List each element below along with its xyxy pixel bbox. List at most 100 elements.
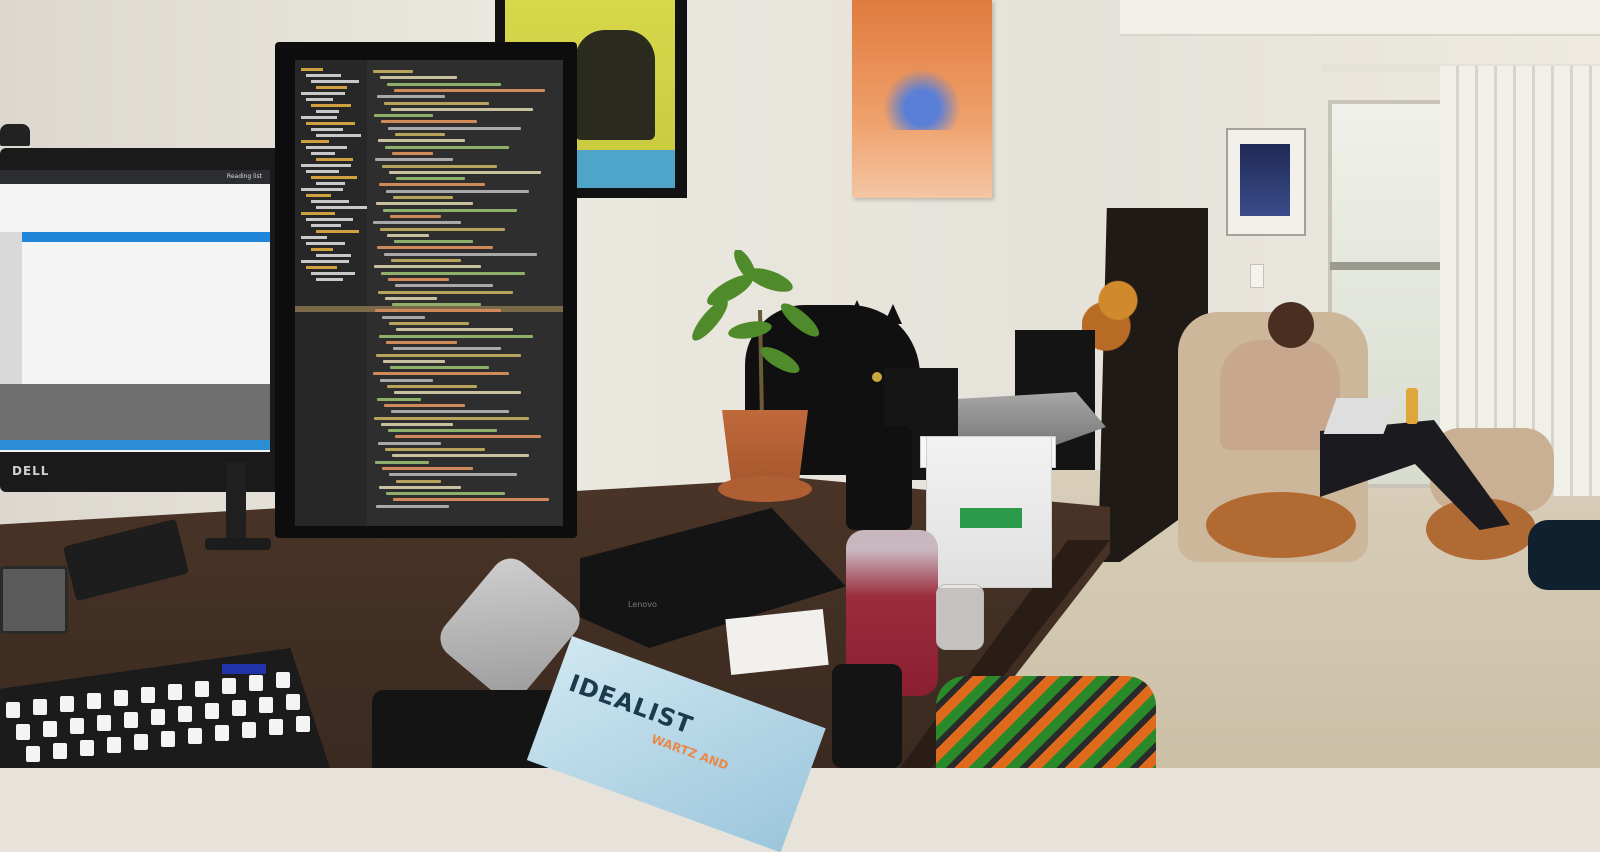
code-line [380,378,433,382]
file-tree-item [301,236,327,239]
reading-list-label: Reading list [226,173,262,180]
pot-saucer [718,476,812,502]
browser-tab-bar: Reading list [0,170,270,184]
vertical-monitor [275,42,577,538]
code-line [396,479,441,483]
e-reader [0,566,68,634]
file-tree-item [311,152,335,155]
code-line [381,422,453,426]
code-line [393,196,453,199]
laptop-brand: Lenovo [628,600,657,609]
left-monitor-screen: Reading list [0,170,270,452]
file-tree-item [301,212,335,215]
keyboard-display [222,664,266,674]
keyboard-key [232,700,246,716]
keyboard-key [141,687,155,703]
app-header-bar [0,232,270,242]
file-tree-panel [295,60,367,526]
code-line [396,177,465,181]
keyboard-key [97,715,111,731]
keyboard-key [205,703,219,719]
code-line [395,133,445,136]
file-tree-item [306,194,331,197]
orange-tree-painting [852,0,992,198]
code-line [377,246,493,250]
code-line [374,265,481,269]
person-head [1268,302,1314,348]
cat-collar-tag [872,372,882,382]
ceiling [1120,0,1600,36]
keyboard-key [53,743,67,759]
code-line [375,460,429,464]
code-line [392,151,433,155]
poster-figures [575,30,655,140]
code-line [379,334,533,338]
keyboard-key [43,721,57,737]
code-line [395,284,493,288]
keyboard-key [60,696,74,712]
code-line [383,359,445,363]
code-line [374,114,433,118]
code-line [385,145,509,149]
code-line [384,252,537,256]
file-tree-item [306,242,345,245]
code-line [393,347,501,351]
code-line [382,315,425,319]
file-tree-item [311,200,349,203]
code-line [390,214,441,218]
file-tree-item [311,248,333,251]
code-line [375,309,501,313]
lid-stack [832,664,902,768]
code-line [377,397,421,401]
code-line [394,88,545,92]
code-line [378,441,441,445]
book-title: IDEALIST [565,668,697,740]
code-line [380,227,505,231]
code-line [384,403,465,407]
monitor-base [205,538,271,550]
code-line [380,76,457,80]
webcam [0,124,30,146]
code-line [388,126,521,130]
recliner-base [1206,492,1356,558]
dark-object [1528,520,1600,590]
code-line [379,485,461,489]
code-line [386,189,529,193]
file-tree-item [316,134,361,137]
code-line [384,101,489,105]
pen-holder [846,426,912,530]
file-tree-item [306,146,347,149]
file-tree-item [311,272,355,275]
file-tree-item [316,278,343,281]
keyboard-key [222,678,236,694]
code-line [378,290,513,294]
dell-logo: DELL [12,464,50,478]
file-tree-item [311,104,351,107]
keyboard-key [26,746,40,762]
file-tree-item [316,230,359,233]
keyboard-key [70,718,84,734]
file-tree-item [311,80,359,83]
file-tree-item [306,218,353,221]
keyboard-key [16,724,30,740]
keyboard-key [168,684,182,700]
code-line [373,221,461,225]
code-line [373,70,413,73]
file-tree-item [306,74,341,77]
code-line [391,107,533,111]
code-line [386,492,505,496]
code-line [376,202,473,206]
keyboard-key [215,725,229,741]
code-line [386,340,457,344]
code-line [389,473,517,477]
storage-box-latch [960,508,1022,528]
code-line [394,391,521,395]
code-line [392,303,481,307]
bottle [1406,388,1418,424]
file-tree-item [316,158,353,161]
code-line [383,208,517,212]
file-tree-item [301,116,337,119]
code-line [376,353,521,357]
code-line [388,277,449,281]
keyboard-key [286,694,300,710]
